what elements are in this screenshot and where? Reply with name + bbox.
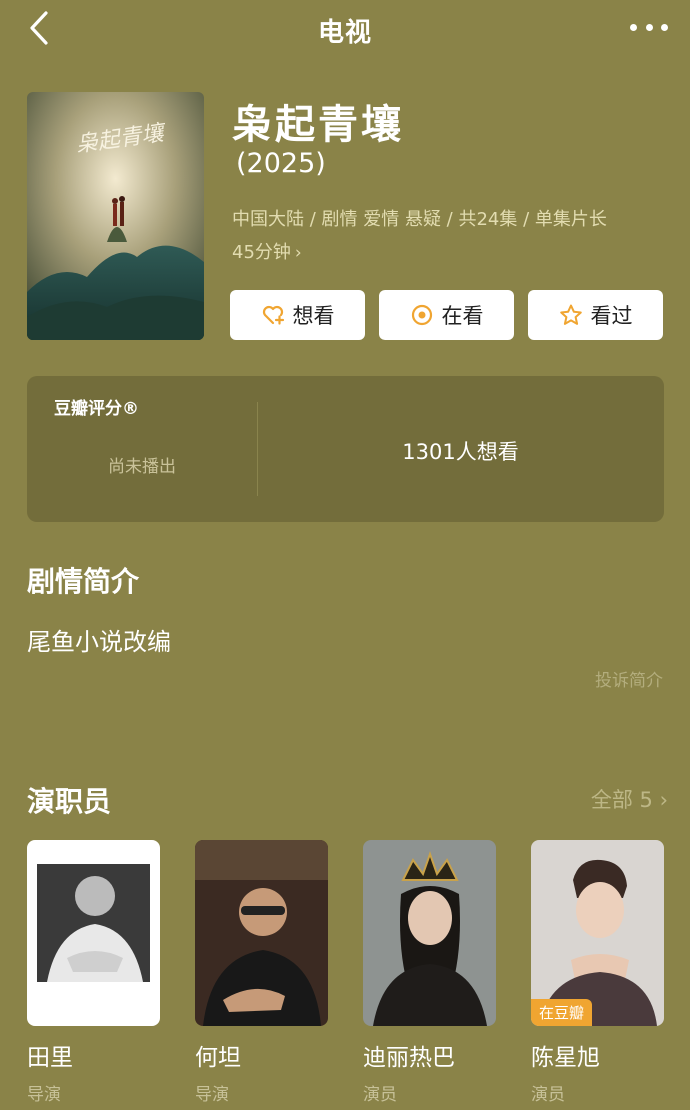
watching-circle-icon xyxy=(411,304,432,326)
page-title: 电视 xyxy=(317,18,372,48)
cast-member-card[interactable]: 田里 导演 xyxy=(27,840,160,1105)
show-poster[interactable]: 枭起青壤 xyxy=(27,92,204,340)
cast-member-card[interactable]: 迪丽热巴 演员 xyxy=(363,840,496,1105)
cast-photo xyxy=(27,840,160,1026)
cast-role: 导演 xyxy=(195,1085,229,1105)
star-icon xyxy=(559,304,582,325)
cast-name: 田里 xyxy=(27,1045,73,1071)
cast-role: 演员 xyxy=(531,1085,565,1105)
want-to-watch-button[interactable]: 想看 xyxy=(230,290,365,340)
watched-button[interactable]: 看过 xyxy=(528,290,663,340)
cast-role: 演员 xyxy=(363,1085,397,1105)
cast-all-label: 全部 5 xyxy=(590,788,653,812)
show-meta-line: 中国大陆 / 剧情 爱情 悬疑 / 共24集 / 单集片长 xyxy=(232,209,607,230)
synopsis-heading: 剧情简介 xyxy=(27,565,140,598)
heart-plus-icon xyxy=(262,305,284,325)
rating-status: 尚未播出 xyxy=(108,457,176,477)
chevron-right-icon: › xyxy=(294,243,302,263)
cast-photo: 在豆瓣 xyxy=(531,840,664,1026)
synopsis-text: 尾鱼小说改编 xyxy=(27,628,171,656)
nav-bar: 电视 xyxy=(0,0,690,56)
watching-button[interactable]: 在看 xyxy=(379,290,514,340)
more-dot-icon xyxy=(630,23,637,31)
watching-label: 在看 xyxy=(441,304,484,328)
cast-name: 迪丽热巴 xyxy=(363,1045,455,1071)
more-dot-icon xyxy=(661,23,668,31)
chevron-right-icon: › xyxy=(659,788,668,812)
cast-heading: 演职员 xyxy=(27,785,112,818)
cast-name: 何坦 xyxy=(195,1045,241,1071)
cast-all-link[interactable]: 全部 5 › xyxy=(591,784,668,814)
rating-card: 豆瓣评分® 尚未播出 1301人想看 xyxy=(27,376,664,522)
cast-name: 陈星旭 xyxy=(531,1045,600,1071)
cast-member-card[interactable]: 何坦 导演 xyxy=(195,840,328,1105)
show-duration: 45分钟 xyxy=(232,242,291,263)
more-options-button[interactable] xyxy=(630,22,668,32)
want-to-watch-label: 想看 xyxy=(292,304,335,328)
want-count: 1301人想看 xyxy=(402,440,519,464)
cast-member-card[interactable]: 在豆瓣 陈星旭 演员 xyxy=(531,840,664,1105)
on-douban-badge: 在豆瓣 xyxy=(531,999,593,1026)
more-dot-icon xyxy=(645,23,653,31)
cast-photo xyxy=(195,840,328,1026)
cast-role: 导演 xyxy=(27,1085,61,1105)
show-year: (2025) xyxy=(236,148,326,179)
douban-rating-label: 豆瓣评分® xyxy=(54,399,139,419)
watched-label: 看过 xyxy=(590,304,633,328)
show-title: 枭起青壤 xyxy=(232,102,404,148)
cast-photo xyxy=(363,840,496,1026)
show-meta-more[interactable]: 45分钟 › xyxy=(232,238,302,264)
report-synopsis-link[interactable]: 投诉简介 xyxy=(595,666,663,691)
